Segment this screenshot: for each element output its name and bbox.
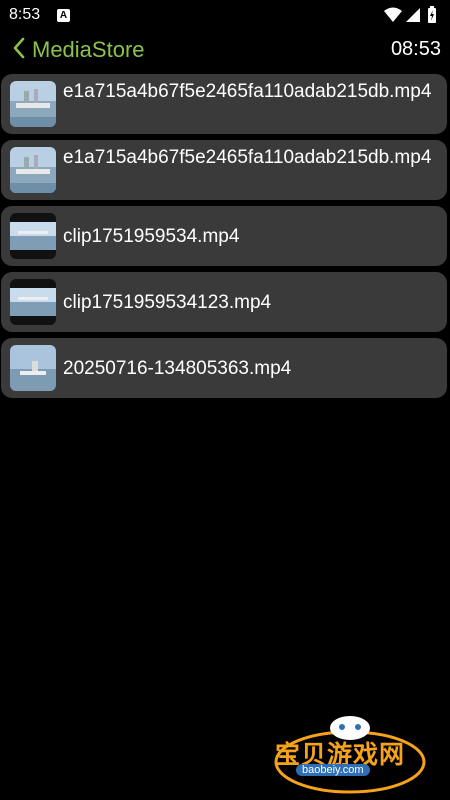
- status-icons: [382, 6, 442, 24]
- list-item[interactable]: clip1751959534123.mp4: [1, 272, 447, 332]
- app-bar: MediaStore 08:53: [0, 30, 450, 70]
- wifi-icon: [384, 7, 402, 22]
- video-thumbnail: [10, 345, 56, 391]
- list-item[interactable]: clip1751959534.mp4: [1, 206, 447, 266]
- file-name: clip1751959534123.mp4: [63, 292, 272, 313]
- list-item[interactable]: e1a715a4b67f5e2465fa110adab215db.mp4: [1, 140, 447, 200]
- file-name: 20250716-134805363.mp4: [63, 358, 292, 379]
- page-title: MediaStore: [32, 37, 145, 62]
- list-item[interactable]: 20250716-134805363.mp4: [1, 338, 447, 398]
- file-name: e1a715a4b67f5e2465fa110adab215db.mp4: [63, 81, 432, 102]
- signal-icon: [406, 8, 420, 22]
- back-button[interactable]: MediaStore: [12, 35, 145, 65]
- video-thumbnail: [10, 147, 56, 193]
- clock: 08:53: [390, 38, 441, 60]
- chevron-left-icon: [12, 36, 26, 65]
- video-thumbnail: [10, 279, 56, 325]
- file-name: clip1751959534.mp4: [63, 226, 240, 247]
- status-time: 8:53: [9, 6, 41, 23]
- list-item[interactable]: e1a715a4b67f5e2465fa110adab215db.mp4: [1, 74, 447, 134]
- battery-charging-icon: [428, 6, 436, 23]
- video-thumbnail: [10, 213, 56, 259]
- status-bar: 8:53 A: [0, 0, 450, 30]
- watermark-url: baobeiy.com: [296, 764, 370, 776]
- file-name: e1a715a4b67f5e2465fa110adab215db.mp4: [63, 147, 432, 168]
- video-thumbnail: [10, 81, 56, 127]
- a-icon: A: [57, 9, 70, 22]
- watermark-logo: 宝贝游戏网 baobeiy.com: [270, 700, 430, 795]
